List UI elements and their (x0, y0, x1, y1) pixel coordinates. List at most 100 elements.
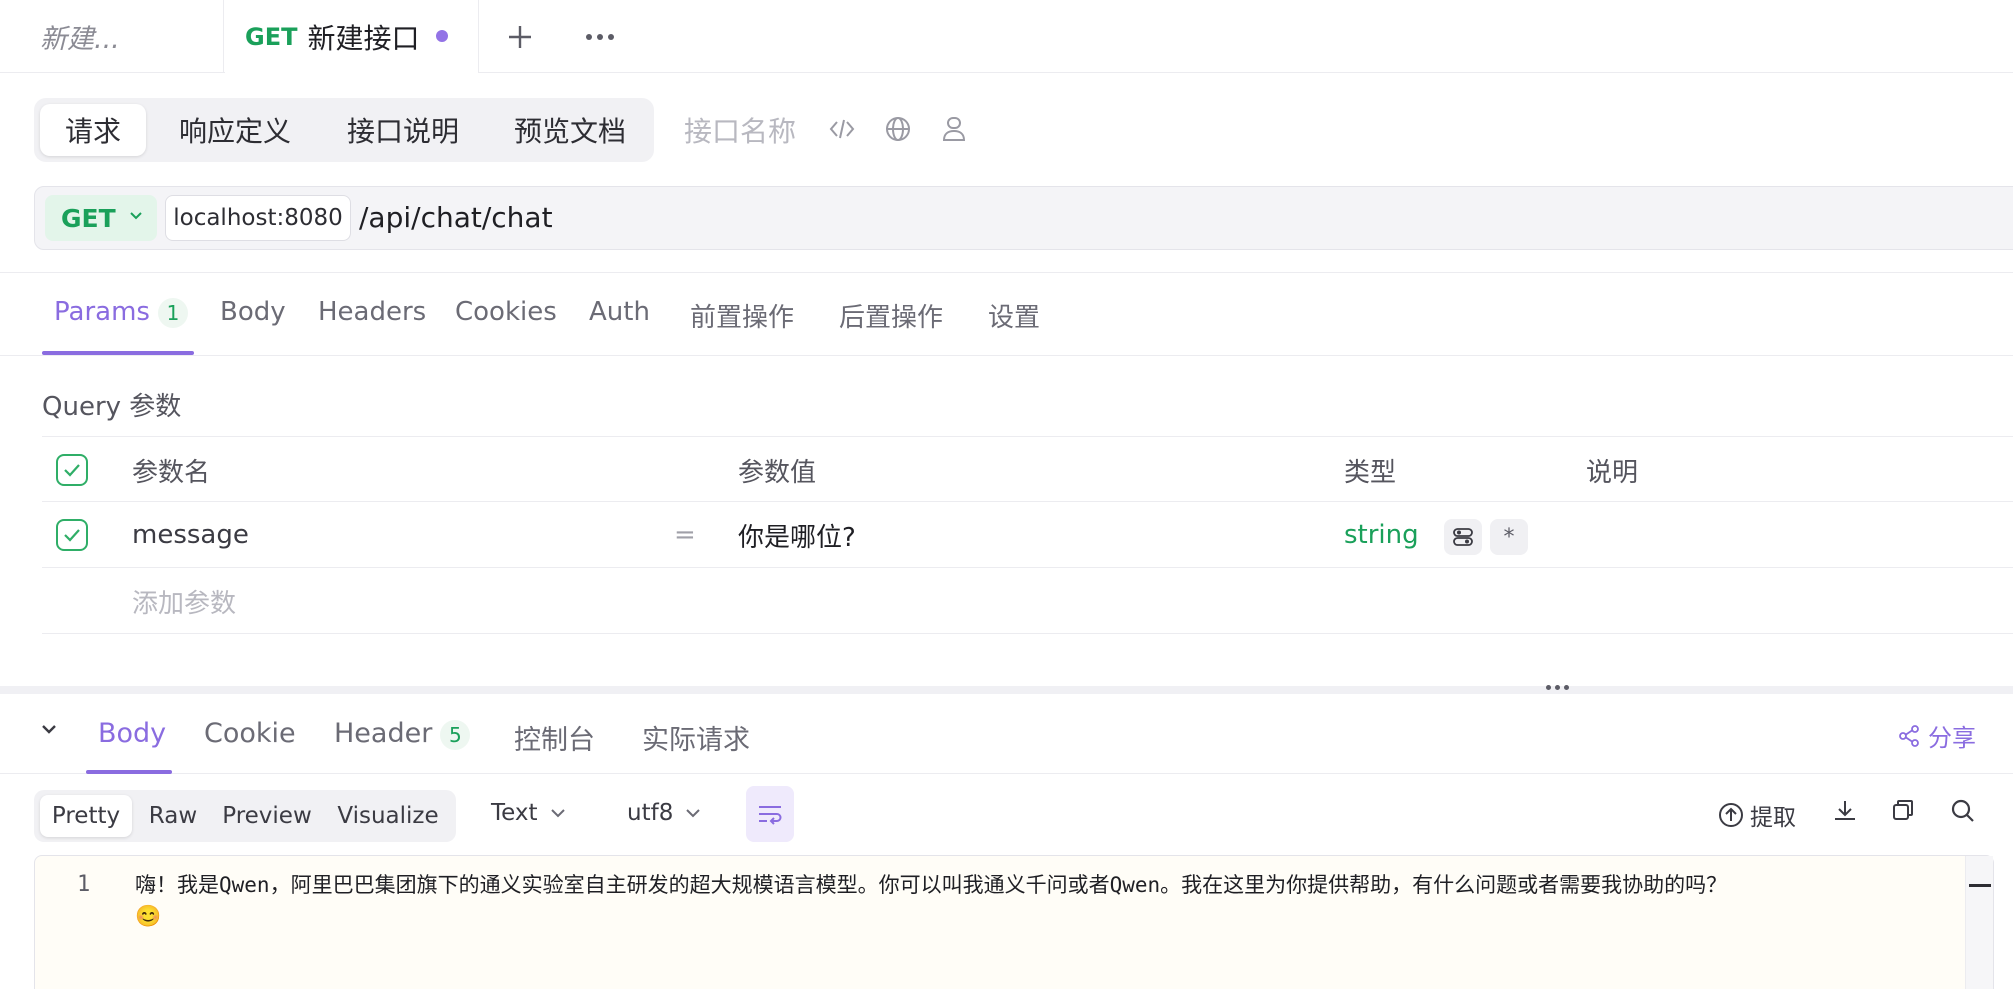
share-label: 分享 (1928, 724, 1976, 752)
share-icon (1899, 724, 1919, 747)
copy-icon (1893, 800, 1913, 820)
more-tabs-button[interactable] (570, 0, 630, 73)
response-active-tab-indicator (86, 770, 172, 774)
chevron-down-icon (42, 725, 56, 734)
equals-sign: = (674, 520, 696, 550)
required-toggle[interactable]: * (1490, 519, 1528, 555)
table-row-add: 添加参数 (42, 568, 2013, 634)
params-table: 参数名 参数值 类型 说明 message = 你是哪位? string * 添… (42, 436, 2013, 634)
url-bar: GET localhost:8080 /api/chat/chat (34, 186, 2013, 250)
drag-handle-icon[interactable] (1546, 685, 1569, 690)
nav-preview-doc[interactable]: 预览文档 (490, 104, 650, 156)
response-tab-body[interactable]: Body (98, 718, 166, 749)
check-icon (64, 464, 80, 477)
header-count-badge: 5 (440, 720, 471, 750)
method-select[interactable]: GET (45, 195, 157, 241)
format-pretty[interactable]: Pretty (40, 795, 132, 837)
add-param-input[interactable]: 添加参数 (132, 568, 236, 634)
response-tab-header[interactable]: Header 5 (334, 718, 471, 750)
base-url-select[interactable]: localhost:8080 (165, 195, 351, 241)
tab-auth[interactable]: Auth (589, 297, 650, 327)
line-number: 1 (77, 872, 91, 897)
header-param-type: 类型 (1344, 457, 1397, 488)
check-icon (64, 529, 80, 542)
word-wrap-toggle[interactable] (746, 786, 794, 842)
encoding-label: utf8 (627, 800, 674, 826)
param-settings-button[interactable] (1444, 519, 1482, 555)
nav-api-description[interactable]: 接口说明 (322, 104, 484, 156)
tab-settings[interactable]: 设置 (988, 297, 1040, 334)
environment-button[interactable] (881, 112, 915, 146)
param-type-select[interactable]: string (1344, 502, 1419, 568)
plus-icon (509, 25, 531, 48)
row-enable-checkbox[interactable] (56, 519, 88, 551)
response-body-viewer[interactable]: 1 嗨！我是Qwen，阿里巴巴集团旗下的通义实验室自主研发的超大规模语言模型。你… (34, 855, 1994, 989)
response-tab-cookie[interactable]: Cookie (204, 718, 296, 749)
response-body-text: 嗨！我是Qwen，阿里巴巴集团旗下的通义实验室自主研发的超大规模语言模型。你可以… (135, 870, 1975, 932)
wrap-icon (759, 806, 782, 825)
unsaved-dot-icon (436, 30, 448, 42)
tab-body[interactable]: Body (220, 297, 286, 327)
nav-response-definition[interactable]: 响应定义 (154, 104, 316, 156)
response-body-emoji: 😊 (135, 904, 162, 928)
response-tab-console[interactable]: 控制台 (514, 718, 595, 757)
search-icon (1951, 799, 1974, 822)
globe-icon (886, 117, 910, 141)
header-param-value: 参数值 (738, 457, 817, 488)
owner-button[interactable] (937, 112, 971, 146)
url-path-input[interactable]: /api/chat/chat (359, 201, 553, 234)
more-icon (586, 33, 614, 40)
upload-icon (1719, 803, 1743, 827)
response-body-line: 嗨！我是Qwen，阿里巴巴集团旗下的通义实验室自主研发的超大规模语言模型。你可以… (135, 873, 1728, 897)
chevron-down-icon (130, 212, 142, 220)
params-table-header: 参数名 参数值 类型 说明 (42, 436, 2013, 502)
response-tabs: Body Cookie Header 5 控制台 实际请求 分享 (0, 694, 2013, 774)
panel-splitter[interactable] (0, 686, 2013, 694)
tab-headers[interactable]: Headers (318, 297, 426, 327)
format-raw[interactable]: Raw (138, 795, 208, 837)
param-name-field[interactable]: message (132, 502, 249, 568)
tab-params[interactable]: Params 1 (54, 297, 188, 328)
download-icon (1835, 801, 1855, 820)
search-button[interactable] (1950, 798, 1976, 824)
encoding-select[interactable]: utf8 (627, 800, 701, 826)
api-view-switcher: 请求 响应定义 接口说明 预览文档 (34, 98, 654, 162)
content-type-label: Text (491, 800, 538, 826)
nav-request[interactable]: 请求 (40, 104, 146, 156)
tab-params-label: Params (54, 297, 150, 327)
chevron-down-icon (550, 809, 565, 818)
extract-button[interactable]: 提取 (1718, 798, 1796, 832)
tab-method-badge: GET (245, 22, 298, 51)
tab-new-api[interactable]: GET 新建接口 (225, 0, 479, 73)
method-label: GET (61, 203, 116, 233)
new-tab-button[interactable] (490, 0, 550, 73)
scrollbar[interactable] (1965, 856, 1993, 989)
tab-new-draft[interactable]: 新建... (0, 0, 224, 73)
share-button[interactable]: 分享 (1898, 718, 1976, 753)
collapse-response-button[interactable] (40, 720, 58, 739)
download-button[interactable] (1832, 798, 1858, 824)
extract-label: 提取 (1750, 805, 1796, 831)
query-params-title: Query 参数 (42, 392, 182, 422)
select-all-checkbox[interactable] (56, 454, 88, 486)
person-icon (942, 117, 966, 141)
api-name-input[interactable]: 接口名称 (684, 110, 796, 150)
response-tab-actual-request[interactable]: 实际请求 (642, 718, 750, 757)
table-row: message = 你是哪位? string * (42, 502, 2013, 568)
content-type-select[interactable]: Text (491, 800, 566, 826)
chevron-down-icon (686, 809, 701, 818)
format-visualize[interactable]: Visualize (326, 795, 450, 837)
tab-new-draft-label: 新建... (40, 24, 120, 55)
code-button[interactable] (825, 112, 859, 146)
param-value-field[interactable]: 你是哪位? (738, 502, 856, 568)
tab-pre-processors[interactable]: 前置操作 (690, 297, 794, 334)
format-switcher: Pretty Raw Preview Visualize (34, 790, 456, 842)
response-tab-header-label: Header (334, 718, 433, 749)
app-root: 新建... GET 新建接口 请求 响应定义 接口说明 预览文档 接口名称 GE… (0, 0, 2013, 989)
tab-cookies[interactable]: Cookies (455, 297, 557, 327)
format-preview[interactable]: Preview (214, 795, 320, 837)
tab-post-processors[interactable]: 后置操作 (839, 297, 943, 334)
tab-title: 新建接口 (307, 21, 420, 55)
copy-button[interactable] (1891, 798, 1915, 822)
toggle-icon (1453, 528, 1473, 546)
